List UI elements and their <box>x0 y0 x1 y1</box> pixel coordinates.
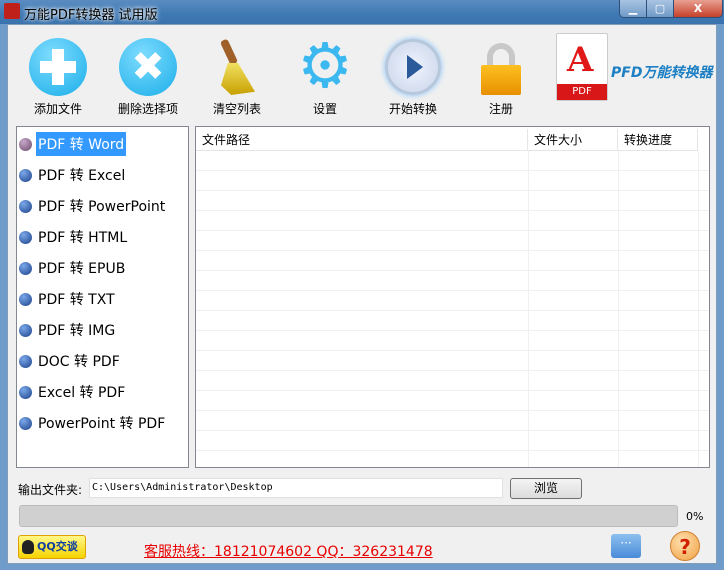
title-bar: 万能PDF转换器 试用版 ▁ ▢ X <box>0 0 724 24</box>
radio-icon <box>19 199 32 213</box>
mode-label: PDF 转 PowerPoint <box>38 199 166 215</box>
conversion-progress-bar <box>19 505 678 527</box>
minimize-button[interactable]: ▁ <box>620 0 647 17</box>
register-button[interactable]: 注册 <box>457 37 545 116</box>
close-button[interactable]: X <box>674 0 722 17</box>
logo-text: PFD万能转换器 <box>611 65 713 81</box>
clear-list-button[interactable]: 清空列表 <box>193 37 281 116</box>
output-folder-label: 输出文件夹: <box>18 483 83 497</box>
radio-icon <box>19 230 32 244</box>
pdf-logo: A PDF <box>556 33 608 101</box>
mode-item[interactable]: PDF 转 EPUB <box>19 256 127 280</box>
chat-bubble-icon[interactable]: ··· <box>611 534 641 558</box>
delete-selected-button[interactable]: ✖ 删除选择项 <box>104 37 192 116</box>
table-row <box>196 151 709 171</box>
table-row <box>196 271 709 291</box>
output-folder-input[interactable]: C:\Users\Administrator\Desktop <box>89 478 503 498</box>
mode-item[interactable]: Excel 转 PDF <box>19 380 127 404</box>
mode-item[interactable]: PDF 转 Excel <box>19 163 127 187</box>
radio-icon <box>19 385 32 399</box>
table-row <box>196 171 709 191</box>
radio-icon <box>19 416 32 430</box>
mode-label: PDF 转 EPUB <box>38 261 126 277</box>
app-icon <box>4 3 20 19</box>
mode-item[interactable]: PDF 转 HTML <box>19 225 129 249</box>
table-row <box>196 431 709 451</box>
table-row <box>196 411 709 431</box>
radio-icon <box>19 168 32 182</box>
mode-item[interactable]: PDF 转 TXT <box>19 287 117 311</box>
file-table: 文件路径 文件大小 转换进度 <box>195 126 710 468</box>
table-row <box>196 211 709 231</box>
table-row <box>196 291 709 311</box>
mode-label: PDF 转 Word <box>36 132 127 156</box>
column-header-path[interactable]: 文件路径 <box>196 129 528 151</box>
start-convert-button[interactable]: 开始转换 <box>369 37 457 116</box>
table-row <box>196 351 709 371</box>
mode-item[interactable]: PDF 转 Word <box>19 132 127 156</box>
hotline-link[interactable]: 客服热线：18121074602 QQ：326231478 <box>144 541 433 561</box>
broom-icon <box>207 37 267 97</box>
table-row <box>196 311 709 331</box>
table-row <box>196 331 709 351</box>
qq-chat-button[interactable]: QQ交谈 <box>18 535 86 559</box>
add-file-button[interactable]: 添加文件 <box>14 37 102 116</box>
radio-icon <box>19 323 32 337</box>
window-title: 万能PDF转换器 试用版 <box>24 8 158 23</box>
mode-item[interactable]: PowerPoint 转 PDF <box>19 411 167 435</box>
main-window: 添加文件 ✖ 删除选择项 清空列表 ⚙ 设置 开始转换 注册 A PDF PFD万… <box>7 24 717 564</box>
table-row <box>196 371 709 391</box>
column-header-size[interactable]: 文件大小 <box>528 129 618 151</box>
mode-label: PDF 转 HTML <box>38 230 128 246</box>
mode-item[interactable]: DOC 转 PDF <box>19 349 122 373</box>
mode-item[interactable]: PDF 转 IMG <box>19 318 117 342</box>
mode-item[interactable]: PDF 转 PowerPoint <box>19 194 167 218</box>
mode-label: DOC 转 PDF <box>38 354 120 370</box>
x-icon: ✖ <box>118 37 178 97</box>
mode-label: PDF 转 Excel <box>38 168 126 184</box>
settings-button[interactable]: ⚙ 设置 <box>281 29 369 117</box>
radio-icon <box>19 354 32 368</box>
mode-label: Excel 转 PDF <box>38 385 126 401</box>
mode-label: PowerPoint 转 PDF <box>38 416 166 432</box>
mode-label: PDF 转 IMG <box>38 323 116 339</box>
help-icon[interactable]: ? <box>670 531 700 561</box>
plus-icon <box>28 37 88 97</box>
radio-icon <box>19 292 32 306</box>
gear-icon: ⚙ <box>297 29 353 102</box>
table-row <box>196 251 709 271</box>
mode-label: PDF 转 TXT <box>38 292 115 308</box>
browse-button[interactable]: 浏览 <box>510 478 582 499</box>
conversion-mode-list: PDF 转 Word PDF 转 Excel PDF 转 PowerPoint PDF… <box>16 126 189 468</box>
table-row <box>196 231 709 251</box>
table-row <box>196 391 709 411</box>
radio-icon <box>19 261 32 275</box>
play-icon <box>383 37 443 97</box>
lock-icon <box>471 37 531 97</box>
progress-percent: 0% <box>686 510 704 523</box>
column-header-progress[interactable]: 转换进度 <box>618 129 698 151</box>
radio-icon <box>19 137 32 151</box>
table-row <box>196 191 709 211</box>
maximize-button[interactable]: ▢ <box>647 0 674 17</box>
